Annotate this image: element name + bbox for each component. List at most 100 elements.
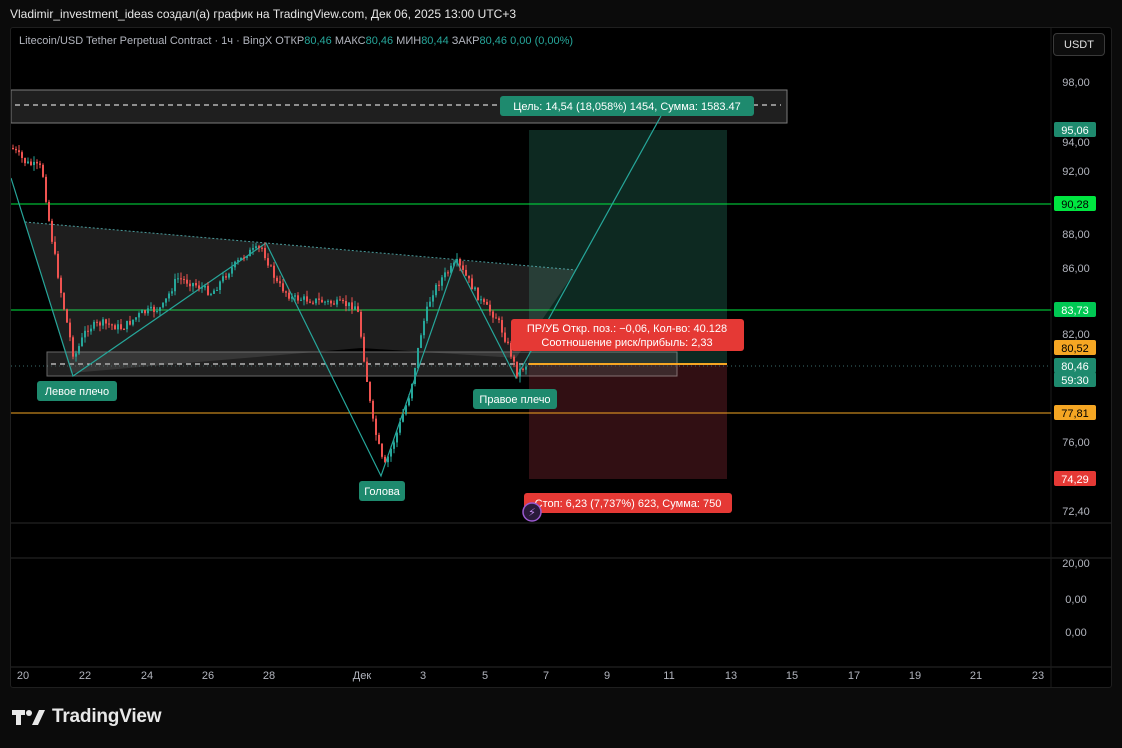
candle-body — [27, 161, 29, 164]
price-tick: 98,00 — [1062, 77, 1090, 89]
candle-body — [90, 328, 92, 332]
candle-body — [396, 432, 398, 443]
price-chart[interactable]: Левое плечо Голова Правое плечо Цель: 14… — [11, 28, 1112, 688]
svg-text:95,06: 95,06 — [1061, 125, 1089, 137]
candle-body — [102, 319, 104, 326]
time-tick: 9 — [604, 670, 610, 682]
candle-body — [111, 324, 113, 326]
candle-body — [222, 276, 224, 282]
candle-body — [489, 304, 491, 312]
candle-body — [357, 306, 359, 312]
candle-body — [132, 319, 134, 325]
candle-body — [498, 318, 500, 321]
candle-body — [330, 300, 332, 304]
candle-body — [423, 320, 425, 336]
time-tick: 22 — [79, 670, 91, 682]
svg-text:Голова: Голова — [364, 486, 400, 498]
price-tick: 72,40 — [1062, 506, 1090, 518]
candle-body — [402, 414, 404, 422]
candle-body — [306, 296, 308, 302]
svg-text:80,46: 80,46 — [1061, 361, 1089, 373]
candle-body — [516, 361, 518, 377]
candle-body — [210, 293, 212, 295]
candle-body — [87, 330, 89, 332]
candle-body — [522, 368, 524, 370]
candle-body — [72, 337, 74, 357]
price-label: 90,28 — [1054, 196, 1096, 211]
time-tick: 24 — [141, 670, 153, 682]
chart-frame[interactable]: Левое плечо Голова Правое плечо Цель: 14… — [10, 27, 1112, 688]
candle-body — [147, 308, 149, 314]
candle-body — [525, 366, 527, 370]
price-tick: 86,00 — [1062, 263, 1090, 275]
time-tick: 11 — [663, 670, 674, 682]
candle-body — [243, 257, 245, 259]
candle-body — [207, 285, 209, 295]
candle-body — [294, 295, 296, 297]
price-tick: 92,00 — [1062, 166, 1090, 178]
candle-body — [369, 381, 371, 401]
candle-body — [69, 322, 71, 338]
lightning-icon[interactable]: ⚡ — [522, 502, 542, 522]
candle-body — [312, 302, 314, 304]
time-tick: 3 — [420, 670, 426, 682]
svg-text:Соотношение риск/прибыль: 2,33: Соотношение риск/прибыль: 2,33 — [541, 337, 712, 349]
candle-body — [372, 400, 374, 419]
candle-body — [234, 261, 236, 268]
candle-body — [447, 272, 449, 274]
candle-body — [504, 332, 506, 342]
candle-body — [435, 284, 437, 296]
candle-body — [114, 325, 116, 330]
candle-body — [186, 279, 188, 284]
candle-body — [336, 299, 338, 305]
candle-body — [375, 418, 377, 435]
candle-body — [42, 164, 44, 177]
candle-body — [279, 281, 281, 284]
candle-body — [462, 265, 464, 270]
svg-text:⚡: ⚡ — [528, 507, 536, 519]
candle-body — [123, 329, 125, 331]
candle-body — [492, 311, 494, 318]
candle-body — [303, 296, 305, 300]
symbol-name: Litecoin/USD Tether Perpetual Contract ·… — [19, 35, 273, 47]
candle-body — [363, 336, 365, 362]
candle-body — [135, 317, 137, 320]
candle-body — [81, 337, 83, 347]
currency-button[interactable]: USDT — [1053, 33, 1105, 56]
candle-body — [177, 278, 179, 280]
candle-body — [291, 296, 293, 299]
tradingview-logo[interactable]: TradingView — [12, 706, 162, 728]
price-label: 74,29 — [1054, 471, 1096, 486]
time-tick: 13 — [725, 670, 737, 682]
price-tick: 94,00 — [1062, 137, 1090, 149]
svg-text:ПР/УБ Откр. поз.: −0,06, Кол-в: ПР/УБ Откр. поз.: −0,06, Кол-во: 40.128 — [527, 323, 727, 335]
candle-body — [270, 265, 272, 267]
candle-body — [267, 258, 269, 266]
right-shoulder-label: Правое плечо — [473, 389, 557, 409]
candle-body — [75, 353, 77, 357]
candle-body — [465, 269, 467, 276]
candle-body — [417, 347, 419, 368]
candle-body — [51, 220, 53, 242]
time-tick: 15 — [786, 670, 798, 682]
candle-body — [84, 330, 86, 338]
svg-text:80,52: 80,52 — [1061, 343, 1089, 355]
candle-body — [174, 278, 176, 292]
head-label: Голова — [359, 481, 405, 501]
candle-body — [204, 285, 206, 288]
candle-body — [93, 321, 95, 329]
candle-body — [333, 303, 335, 305]
time-tick: 5 — [482, 670, 488, 682]
candle-body — [393, 442, 395, 449]
left-shoulder-label: Левое плечо — [37, 381, 117, 401]
change-value: 0,00 (0,00%) — [510, 35, 574, 47]
candle-body — [426, 306, 428, 321]
candle-body — [474, 287, 476, 290]
candle-body — [99, 322, 101, 326]
candle-body — [318, 298, 320, 300]
candle-body — [477, 287, 479, 301]
candle-body — [486, 301, 488, 305]
candle-body — [315, 298, 317, 304]
candle-body — [195, 283, 197, 286]
svg-text:77,81: 77,81 — [1061, 408, 1089, 420]
